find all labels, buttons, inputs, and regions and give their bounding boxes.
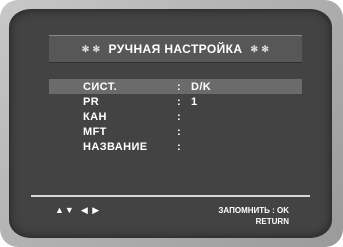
left-right-arrows-icon: ◀ ▶ [80, 205, 101, 215]
menu-row-label: MFT [83, 125, 107, 138]
menu-row-channel[interactable]: КАН : [49, 109, 302, 124]
osd-screen: ✻ ✻ РУЧНАЯ НАСТРОЙКА ✻ ✻ СИСТ. : D/K PR … [9, 9, 332, 238]
return-hint: RETURN [255, 217, 289, 226]
up-down-arrows-icon: ▲▼ [55, 205, 75, 215]
navigation-hint: ▲▼ ◀ ▶ [55, 205, 100, 216]
title-decoration-left: ✻ ✻ [81, 43, 101, 54]
menu-row-label: СИСТ. [83, 80, 118, 93]
menu-row-label: КАН [83, 110, 107, 123]
osd-title-bar: ✻ ✻ РУЧНАЯ НАСТРОЙКА ✻ ✻ [49, 35, 302, 63]
menu-row-colon: : [177, 110, 182, 123]
menu-row-label: PR [83, 95, 100, 108]
menu-row-system[interactable]: СИСТ. : D/K [49, 79, 302, 94]
menu-row-program[interactable]: PR : 1 [49, 94, 302, 109]
save-hint: ЗАПОМНИТЬ : OK [218, 206, 289, 215]
key-hints: ЗАПОМНИТЬ : OK RETURN [218, 205, 289, 227]
title-decoration-right: ✻ ✻ [250, 43, 270, 54]
menu-row-mft[interactable]: MFT : [49, 124, 302, 139]
menu-row-colon: : [177, 125, 182, 138]
osd-title: РУЧНАЯ НАСТРОЙКА [108, 42, 243, 56]
menu-row-colon: : [177, 80, 182, 93]
menu-row-value: 1 [191, 95, 198, 108]
tuning-menu: СИСТ. : D/K PR : 1 КАН : MFT : НАЗВАНИЕ [49, 79, 302, 154]
menu-row-name[interactable]: НАЗВАНИЕ : [49, 139, 302, 154]
menu-row-value: D/K [191, 80, 212, 93]
menu-row-colon: : [177, 95, 182, 108]
menu-row-label: НАЗВАНИЕ [83, 140, 148, 153]
menu-row-colon: : [177, 140, 182, 153]
tv-bezel: ✻ ✻ РУЧНАЯ НАСТРОЙКА ✻ ✻ СИСТ. : D/K PR … [0, 0, 343, 247]
footer-divider [31, 195, 310, 197]
